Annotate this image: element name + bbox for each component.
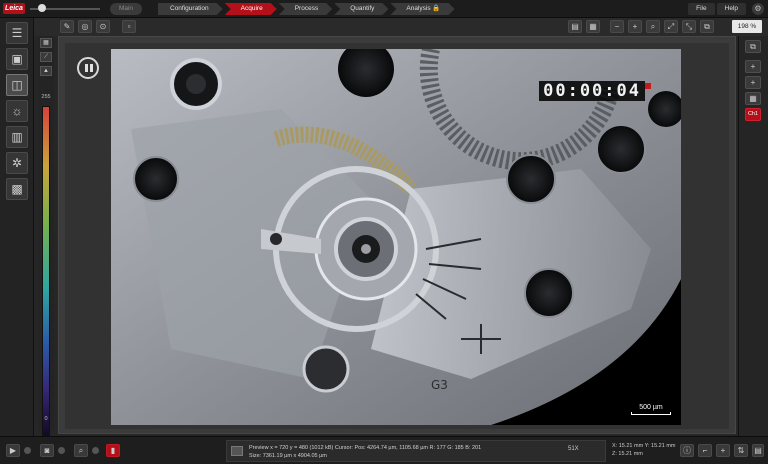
image-toolbar: ✎ ◎ ⊙ ▫ ▤ ▦ − + ⌕ ⤢ ⤡ ⧉ 198 % bbox=[34, 18, 768, 36]
snapshot-options-icon[interactable] bbox=[58, 447, 65, 454]
image-settings-icon[interactable]: ▣ bbox=[6, 48, 28, 70]
mode-main-button[interactable]: Main bbox=[110, 3, 142, 15]
status-bar: ▶ ◙ ⌕ ▮ Preview x = 720 y = 480 (1012 kB… bbox=[0, 436, 768, 464]
image-size-text: Size: 7361.19 µm x 4904.05 µm bbox=[249, 453, 327, 459]
search-options-icon[interactable] bbox=[92, 447, 99, 454]
layout-icon[interactable]: ▦ bbox=[745, 92, 761, 105]
corner-icon[interactable]: ⌐ bbox=[698, 444, 712, 457]
play-options-icon[interactable] bbox=[24, 447, 31, 454]
fit-to-window-icon[interactable]: ⤢ bbox=[664, 20, 678, 33]
left-sidebar: ☰ ▣ ◫ ☼ ▥ ✲ ▩ bbox=[0, 18, 34, 436]
lut-color-icon[interactable]: ▦ bbox=[40, 38, 52, 48]
lut-line-icon[interactable]: ⟋ bbox=[40, 52, 52, 62]
file-menu[interactable]: File bbox=[688, 3, 715, 15]
top-right-menu: File Help ⚙ bbox=[688, 3, 764, 15]
target-tool-icon[interactable]: ◎ bbox=[78, 20, 92, 33]
crosshair-icon[interactable]: + bbox=[716, 444, 730, 457]
magnification-readout: 51X bbox=[568, 446, 579, 452]
channel-ch1-button[interactable]: Ch1 bbox=[745, 108, 761, 121]
tab-configuration[interactable]: Configuration bbox=[158, 3, 223, 15]
draw-tool-icon[interactable]: ✎ bbox=[60, 20, 74, 33]
scale-bar-label: 500 µm bbox=[639, 404, 663, 411]
gallery-icon[interactable]: ☰ bbox=[6, 22, 28, 44]
live-image[interactable]: G3 00:00:04 500 µm bbox=[111, 49, 681, 425]
play-icon[interactable]: ▶ bbox=[6, 444, 20, 457]
brightness-slider-knob[interactable] bbox=[38, 4, 46, 12]
zoom-region-icon[interactable]: ⧉ bbox=[700, 20, 714, 33]
microscope-icon[interactable]: ▥ bbox=[6, 126, 28, 148]
actual-size-icon[interactable]: ⤡ bbox=[682, 20, 696, 33]
record-icon[interactable]: ▮ bbox=[106, 444, 120, 457]
scale-bar: 500 µm bbox=[631, 404, 671, 415]
zoom-out-icon[interactable]: − bbox=[610, 20, 624, 33]
lut-gradient[interactable] bbox=[42, 106, 50, 436]
copy-icon[interactable]: ⧉ bbox=[745, 40, 761, 53]
search-icon[interactable]: ⌕ bbox=[74, 444, 88, 457]
zoom-level-field[interactable]: 198 % bbox=[732, 20, 762, 33]
right-sidebar: ⧉ + + ▦ Ch1 bbox=[738, 36, 768, 436]
print-icon[interactable]: ▤ bbox=[568, 20, 582, 33]
help-menu[interactable]: Help bbox=[716, 3, 746, 15]
pause-live-button[interactable] bbox=[77, 57, 99, 79]
lut-min-label: 0 bbox=[44, 416, 48, 422]
lut-strip: ▦ ⟋ ▲ 255 0 bbox=[38, 36, 54, 454]
preview-info-text: Preview x = 720 y = 480 (1012 kB) Cursor… bbox=[249, 445, 482, 451]
info-icon[interactable]: ⓘ bbox=[680, 444, 694, 457]
tab-quantify[interactable]: Quantify bbox=[334, 3, 388, 15]
add-channel-icon[interactable]: + bbox=[745, 76, 761, 89]
overlay-toggle-icon[interactable]: ▫ bbox=[122, 20, 136, 33]
top-bar: Leica Main Configuration Acquire Process… bbox=[0, 0, 768, 18]
leica-logo: Leica bbox=[3, 3, 25, 14]
svg-text:G3: G3 bbox=[431, 378, 448, 392]
sort-icon[interactable]: ⇅ bbox=[734, 444, 748, 457]
image-info-icon bbox=[231, 446, 243, 456]
add-panel-icon[interactable]: + bbox=[745, 60, 761, 73]
image-viewer: G3 00:00:04 500 µm bbox=[58, 36, 736, 434]
tab-process[interactable]: Process bbox=[279, 3, 332, 15]
camera-icon[interactable]: ◫ bbox=[6, 74, 28, 96]
scale-bar-line bbox=[631, 412, 671, 415]
tab-acquire[interactable]: Acquire bbox=[225, 3, 277, 15]
illumination-icon[interactable]: ☼ bbox=[6, 100, 28, 122]
workflow-tabs: Configuration Acquire Process Quantify A… bbox=[158, 3, 457, 15]
grid-view-icon[interactable]: ▦ bbox=[586, 20, 600, 33]
image-info-panel: Preview x = 720 y = 480 (1012 kB) Cursor… bbox=[226, 440, 606, 462]
stage-z-readout: Z: 15.21 mm bbox=[612, 451, 643, 457]
lut-max-label: 255 bbox=[41, 94, 51, 100]
tab-analysis[interactable]: Analysis 🔒 bbox=[390, 3, 454, 15]
watch-movement-image: G3 bbox=[111, 49, 681, 425]
snapshot-icon[interactable]: ◙ bbox=[40, 444, 54, 457]
settings-gear-icon[interactable]: ⚙ bbox=[752, 3, 764, 15]
histogram-icon[interactable]: ▲ bbox=[40, 66, 52, 76]
recording-indicator bbox=[645, 83, 651, 89]
zoom-in-icon[interactable]: + bbox=[628, 20, 642, 33]
panel-toggle-icon[interactable]: ▤ bbox=[752, 444, 764, 457]
zoom-fit-icon[interactable]: ⌕ bbox=[646, 20, 660, 33]
stage-xy-readout: X: 15.21 mm Y: 15.21 mm bbox=[612, 443, 676, 449]
light-settings-icon[interactable]: ✲ bbox=[6, 152, 28, 174]
processor-icon[interactable]: ▩ bbox=[6, 178, 28, 200]
app-window: Leica Main Configuration Acquire Process… bbox=[0, 0, 768, 464]
viewer-canvas: G3 00:00:04 500 µm bbox=[65, 43, 729, 429]
elapsed-timer: 00:00:04 bbox=[539, 81, 645, 101]
annotation-tool-icon[interactable]: ⊙ bbox=[96, 20, 110, 33]
